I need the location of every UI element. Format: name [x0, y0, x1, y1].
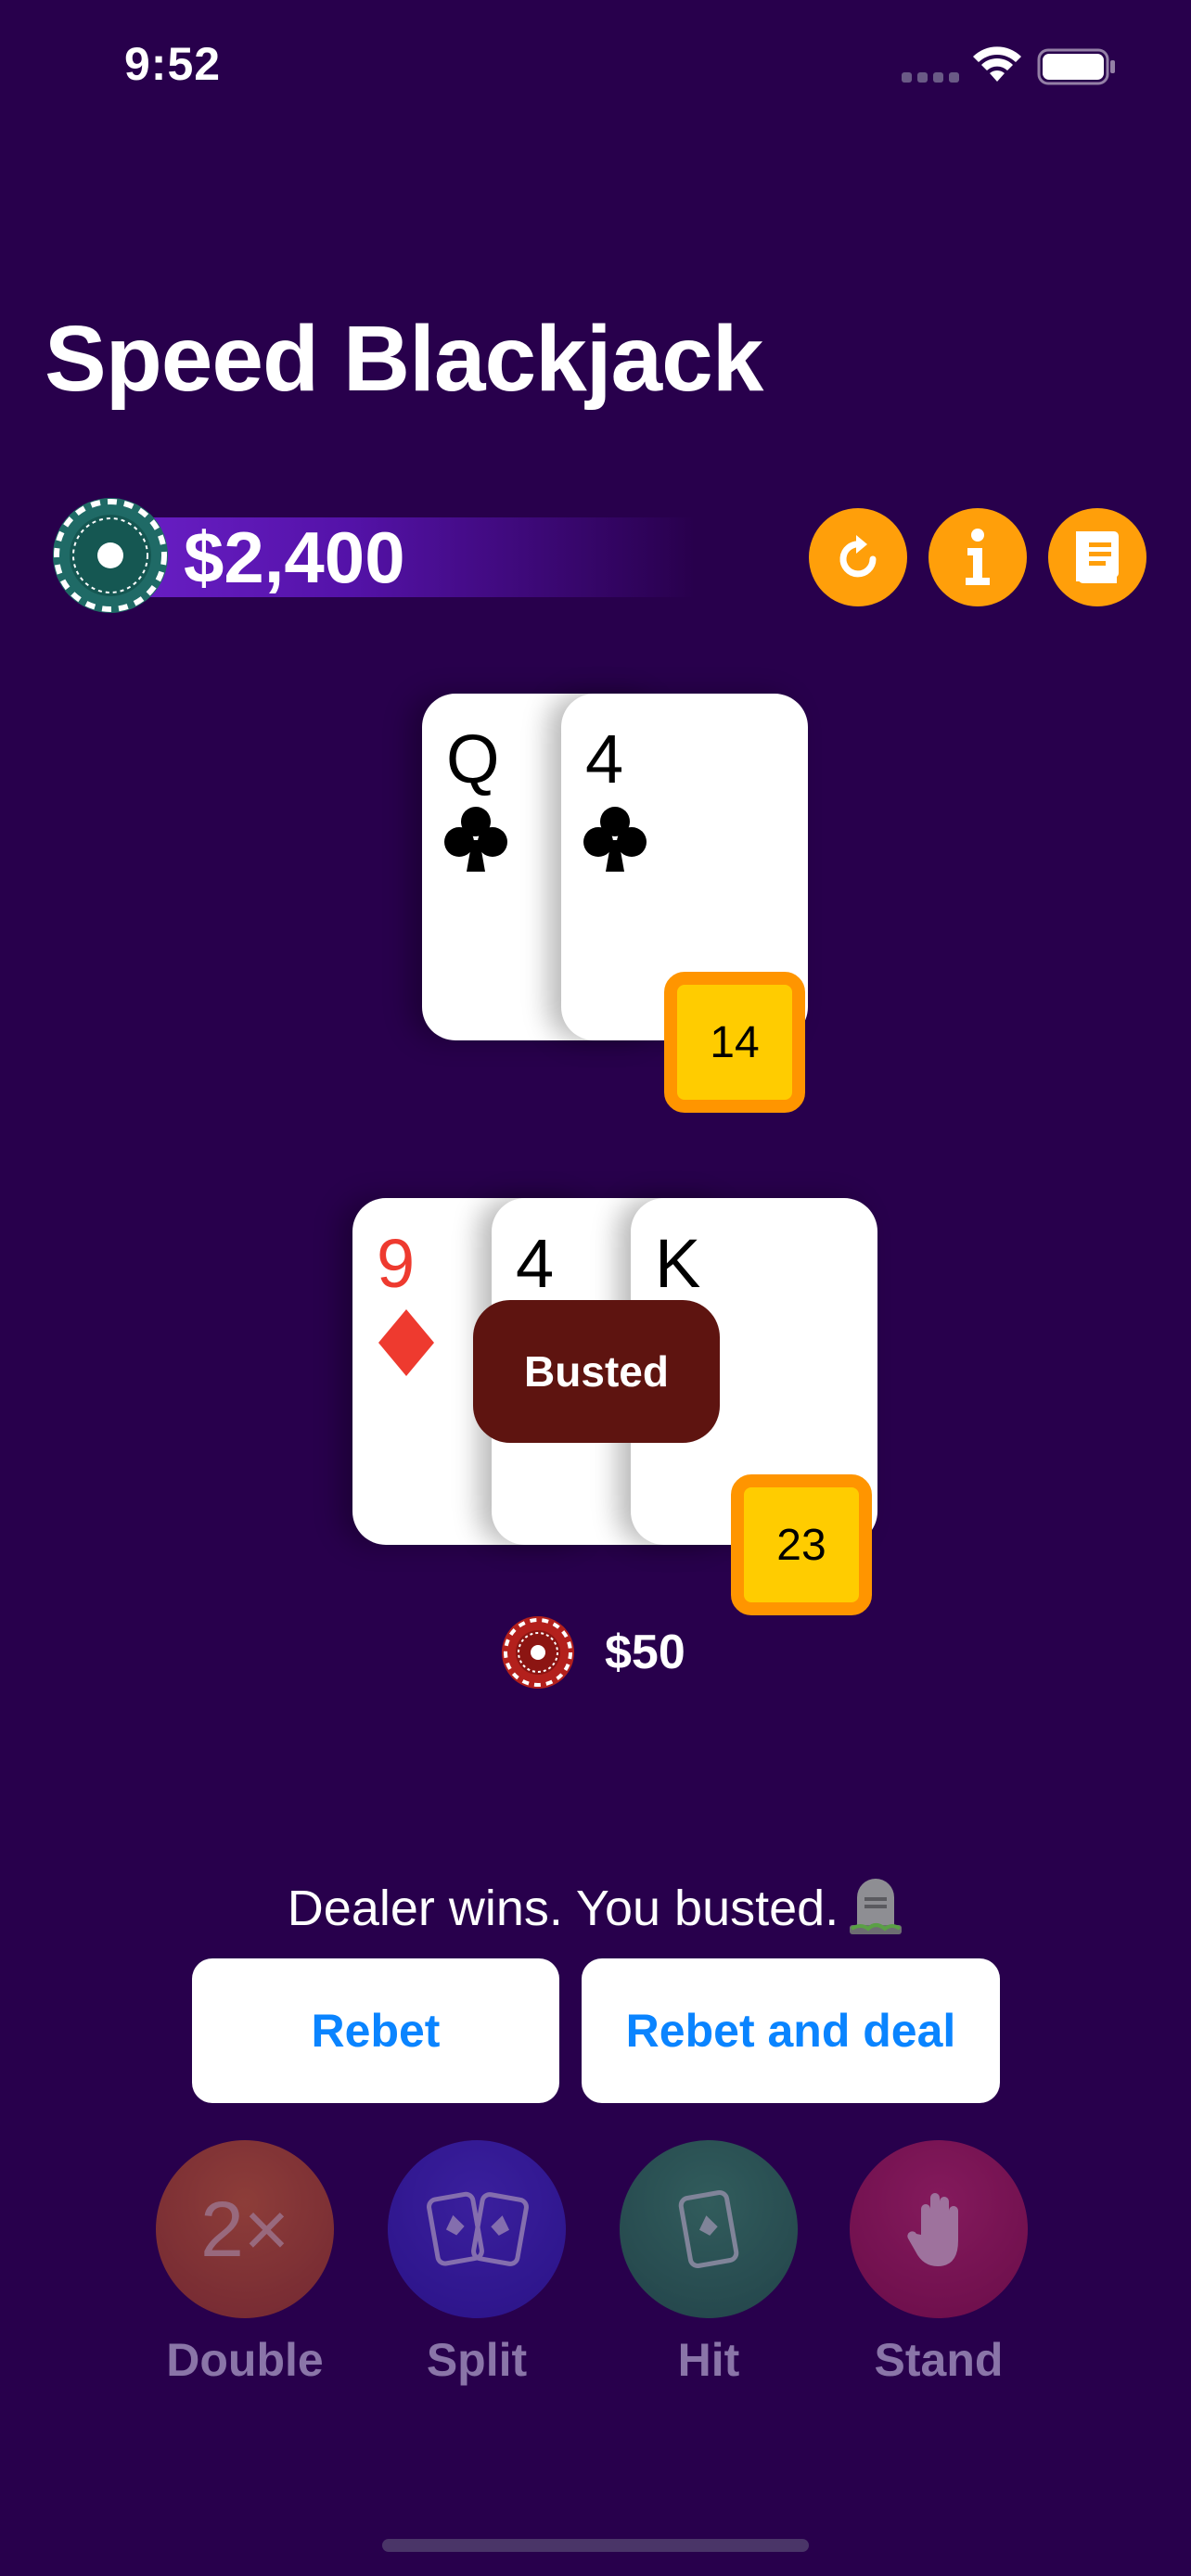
stand-hand-icon	[907, 2193, 958, 2266]
player-score: 23	[731, 1474, 872, 1615]
info-icon	[966, 529, 990, 585]
result-message: Dealer wins. You busted.	[0, 1875, 1191, 1937]
balance-amount: $2,400	[184, 516, 405, 598]
rules-book-icon	[1076, 531, 1119, 583]
info-button[interactable]	[928, 508, 1027, 606]
card-rank: Q	[446, 721, 500, 797]
hit-card-icon	[678, 2189, 739, 2269]
double-label: Double	[166, 2334, 324, 2386]
screen: { "status_bar": { "time": "9:52" }, "app…	[0, 0, 1191, 2576]
clubs-icon	[444, 807, 507, 872]
refresh-button[interactable]	[809, 508, 907, 606]
page-title: Speed Blackjack	[45, 307, 763, 411]
split-button[interactable]	[388, 2140, 566, 2318]
clubs-icon	[583, 807, 647, 872]
bet-amount: $50	[605, 1626, 685, 1679]
stand-label: Stand	[874, 2334, 1004, 2386]
card-rank: 4	[585, 721, 624, 797]
split-cards-icon	[427, 2191, 529, 2266]
result-text: Dealer wins. You busted.	[287, 1881, 839, 1936]
card-rank: 4	[516, 1225, 555, 1302]
busted-badge: Busted	[473, 1300, 720, 1443]
card-rank: 9	[377, 1225, 416, 1302]
cellular-signal-icon	[902, 72, 959, 83]
battery-icon	[1037, 48, 1115, 85]
stand-button[interactable]	[850, 2140, 1028, 2318]
rebet-and-deal-button[interactable]: Rebet and deal	[582, 1958, 1000, 2103]
diamonds-icon	[378, 1309, 434, 1376]
refresh-icon	[839, 535, 877, 578]
bet-chip-icon	[502, 1616, 574, 1689]
rules-button[interactable]	[1048, 508, 1146, 606]
wifi-icon	[973, 46, 1021, 82]
home-indicator	[382, 2539, 809, 2552]
hit-label: Hit	[677, 2334, 740, 2386]
double-icon: 2×	[200, 2185, 289, 2273]
split-label: Split	[426, 2334, 528, 2386]
rebet-button[interactable]: Rebet	[192, 1958, 559, 2103]
card-rank: K	[655, 1225, 701, 1302]
chip-icon	[53, 498, 168, 613]
dealer-score: 14	[664, 972, 805, 1113]
double-button[interactable]: 2×	[156, 2140, 334, 2318]
headstone-icon	[850, 1879, 903, 1934]
status-time: 9:52	[124, 38, 222, 90]
hit-button[interactable]	[620, 2140, 798, 2318]
